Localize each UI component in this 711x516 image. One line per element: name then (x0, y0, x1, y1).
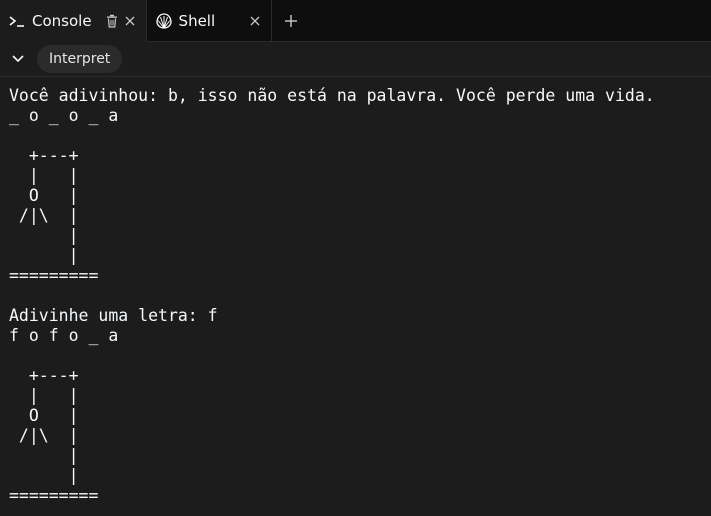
console-line: ========= (9, 486, 99, 505)
console-line: +---+ (9, 146, 79, 165)
new-tab-plus-icon[interactable] (272, 0, 310, 42)
console-line: O | (9, 406, 79, 425)
console-line: /|\ | (9, 426, 79, 445)
tab-console-label: Console (32, 12, 92, 30)
console-toolbar: Interpret (0, 42, 711, 77)
console-line: | (9, 466, 79, 485)
console-line: f o f o _ a (9, 326, 119, 345)
console-line: +---+ (9, 366, 79, 385)
console-line: | (9, 226, 79, 245)
tab-console[interactable]: Console (0, 0, 147, 42)
shell-icon (155, 12, 173, 30)
chevron-down-icon[interactable] (7, 48, 29, 70)
tab-shell[interactable]: Shell (147, 0, 273, 42)
terminal-icon (8, 12, 26, 30)
console-line: | (9, 246, 79, 265)
console-line: | | (9, 386, 79, 405)
console-line: O | (9, 186, 79, 205)
console-line: | (9, 446, 79, 465)
close-shell-tab-icon[interactable] (247, 13, 263, 29)
console-lines: Você adivinhou: b, isso não está na pala… (9, 86, 711, 506)
console-line: _ o _ o _ a (9, 106, 119, 125)
interpret-button[interactable]: Interpret (37, 45, 123, 73)
close-console-tab-icon[interactable] (122, 13, 138, 29)
console-line: | | (9, 166, 79, 185)
app-window: Console Shell Interpret Você adivinhou: … (0, 0, 711, 516)
console-line: Adivinhe uma letra: f (9, 306, 218, 325)
clear-console-trash-icon[interactable] (104, 13, 120, 29)
tab-bar: Console Shell (0, 0, 711, 42)
console-line: ========= (9, 266, 99, 285)
console-output[interactable]: Você adivinhou: b, isso não está na pala… (0, 78, 711, 516)
console-line: /|\ | (9, 206, 79, 225)
tab-shell-label: Shell (178, 12, 216, 30)
console-line: Você adivinhou: b, isso não está na pala… (9, 86, 655, 105)
